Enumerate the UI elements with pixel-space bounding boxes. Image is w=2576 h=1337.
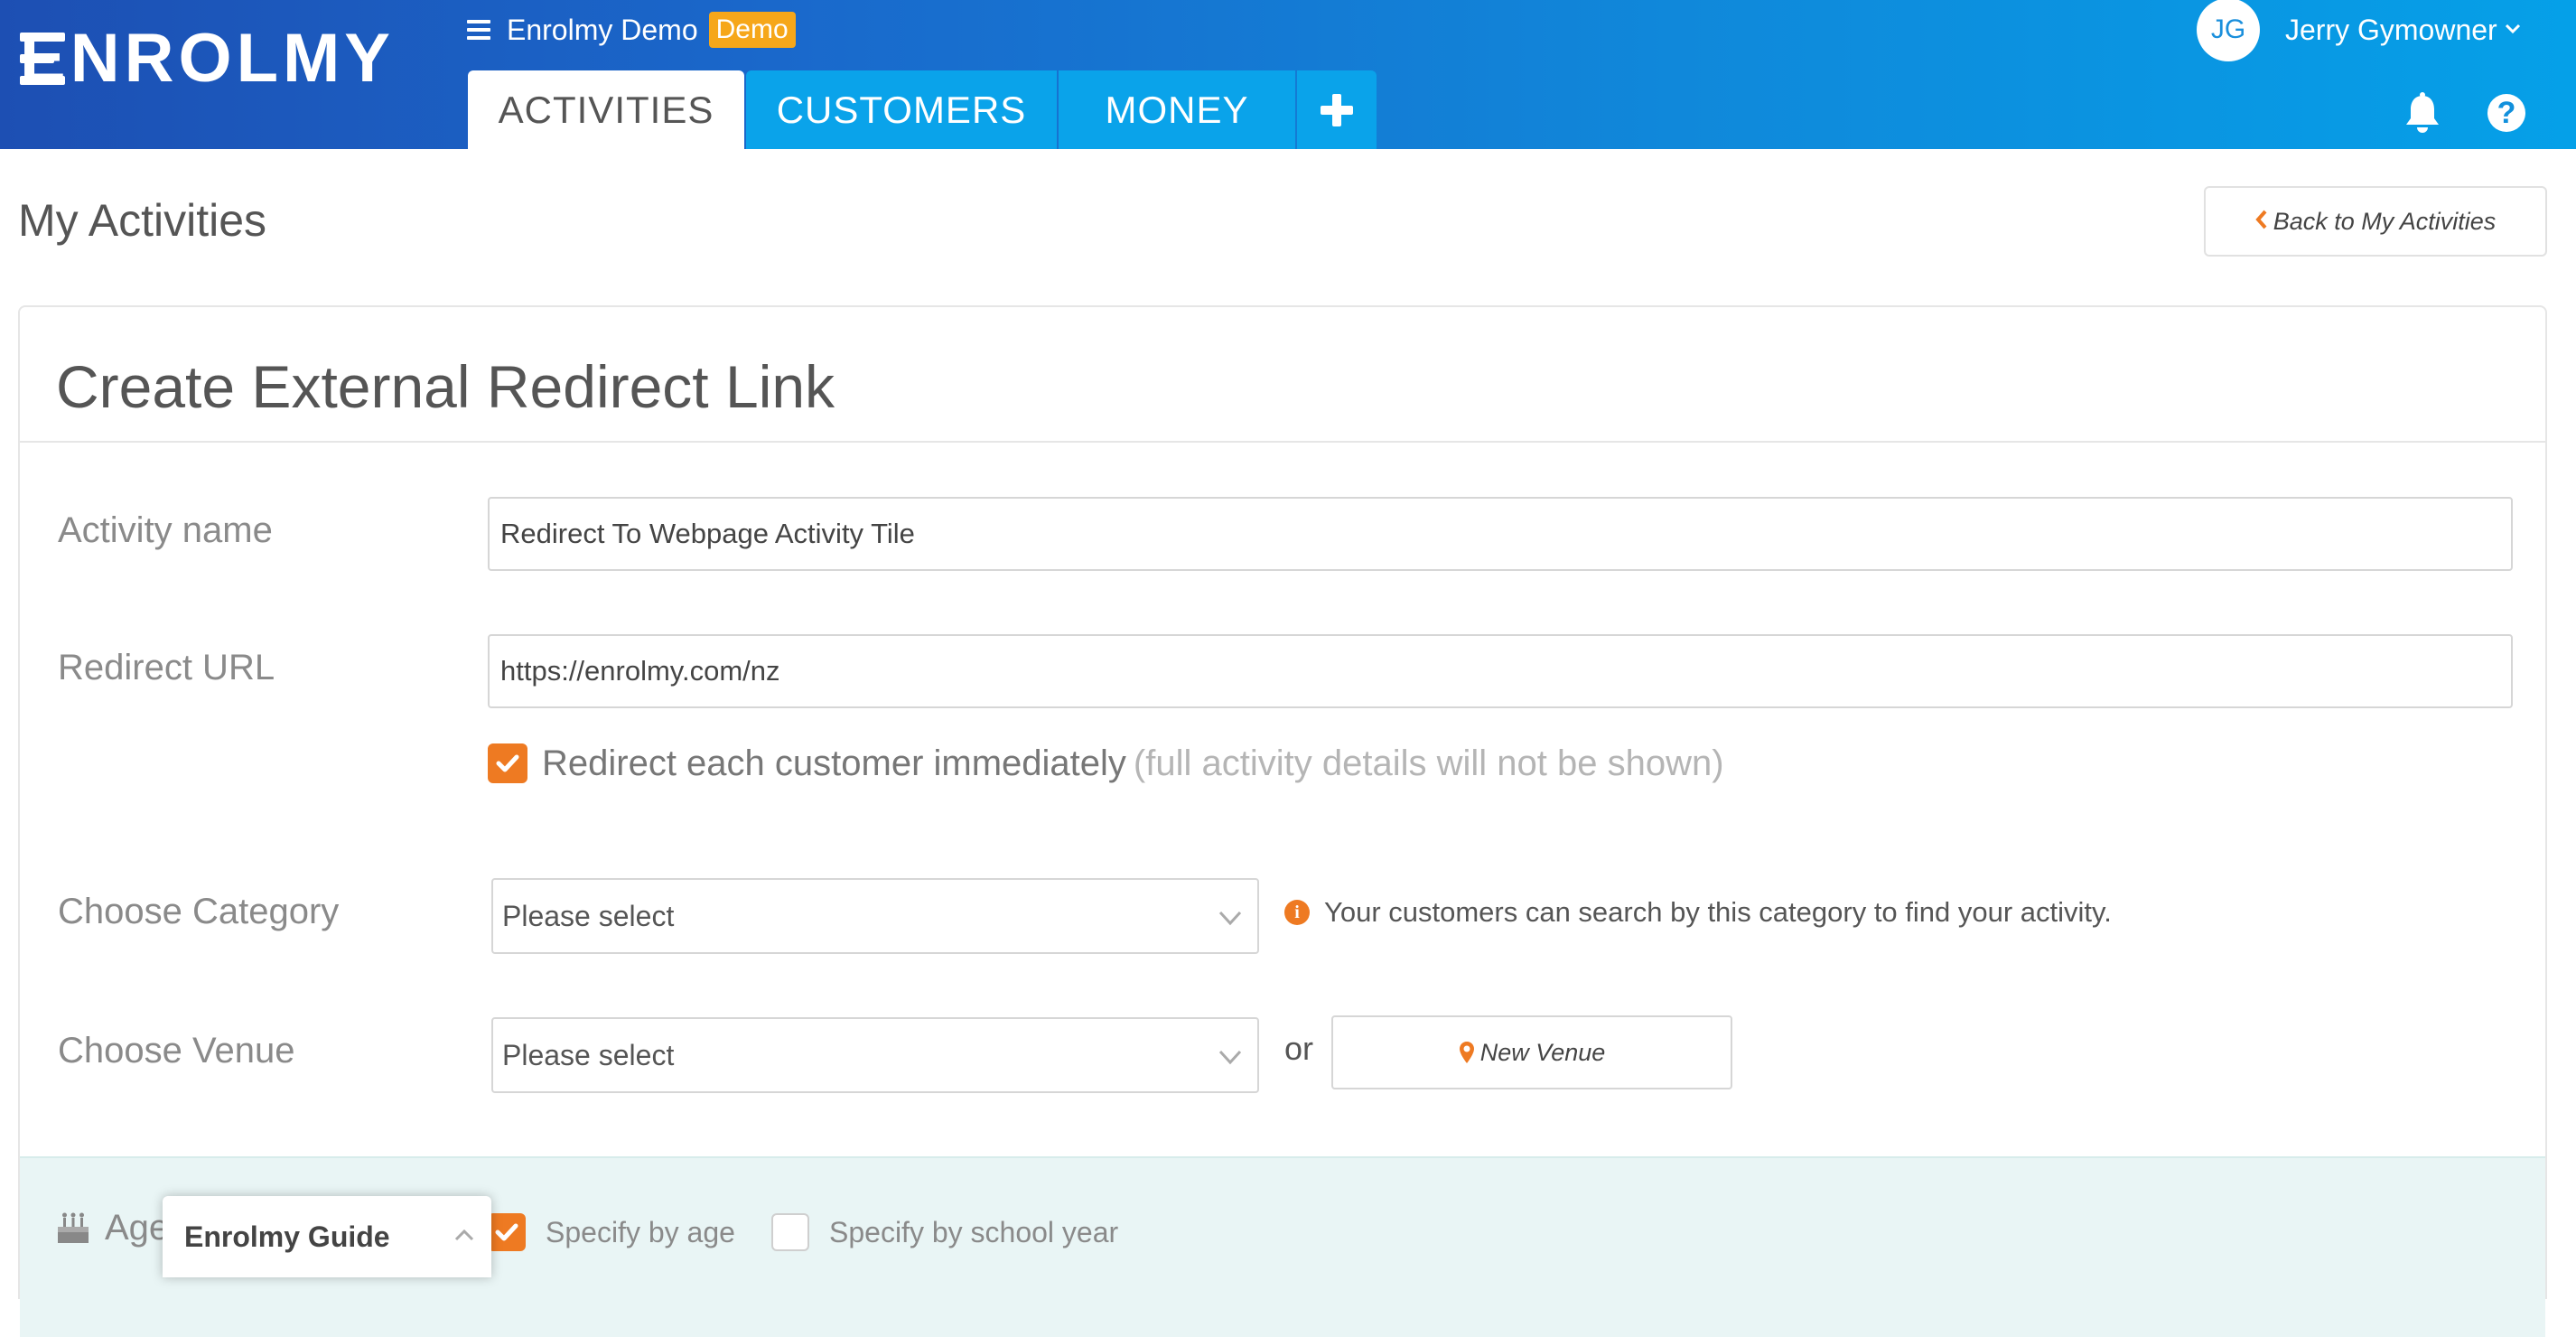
- main-tabs: ACTIVITIES CUSTOMERS MONEY: [468, 70, 1378, 149]
- specify-by-school-year-label: Specify by school year: [829, 1215, 1119, 1248]
- activity-name-input[interactable]: [488, 497, 2513, 571]
- redirect-url-label: Redirect URL: [58, 648, 275, 687]
- add-tab-button[interactable]: [1297, 70, 1377, 149]
- specify-by-age-option[interactable]: Specify by age: [488, 1212, 735, 1252]
- user-menu[interactable]: JG Jerry Gymowner: [2197, 0, 2521, 61]
- hamburger-menu-icon[interactable]: [467, 20, 490, 40]
- guide-title: Enrolmy Guide: [184, 1220, 390, 1253]
- specify-by-school-year-option[interactable]: Specify by school year: [771, 1212, 1118, 1252]
- chevron-down-icon[interactable]: [2505, 16, 2521, 40]
- category-info-text: Your customers can search by this catego…: [1324, 896, 2112, 928]
- chevron-down-icon: [1218, 1050, 1242, 1065]
- form-title: Create External Redirect Link: [56, 353, 835, 420]
- chevron-down-icon: [1218, 911, 1242, 926]
- check-icon: [495, 1223, 518, 1241]
- new-venue-label: New Venue: [1479, 1038, 1606, 1066]
- age-label-group: Age: [56, 1205, 169, 1250]
- tab-activities[interactable]: ACTIVITIES: [468, 70, 744, 149]
- back-button-label: Back to My Activities: [2273, 207, 2497, 235]
- tab-money[interactable]: MONEY: [1059, 70, 1295, 149]
- category-info: i Your customers can search by this cate…: [1284, 893, 2112, 932]
- activity-name-label: Activity name: [58, 510, 273, 550]
- logo-text: ENROLMY: [20, 20, 395, 97]
- redirect-immediately-checkbox[interactable]: [488, 743, 527, 783]
- chevron-left-icon: [2255, 206, 2268, 237]
- demo-badge: Demo: [708, 12, 796, 48]
- enrolmy-guide-widget[interactable]: Enrolmy Guide: [163, 1196, 491, 1277]
- user-name[interactable]: Jerry Gymowner: [2285, 14, 2497, 47]
- organisation-menu[interactable]: Enrolmy Demo Demo: [467, 11, 796, 49]
- specify-by-school-year-checkbox[interactable]: [771, 1213, 809, 1251]
- check-icon: [496, 754, 519, 772]
- or-text: or: [1284, 1030, 1314, 1067]
- venue-select-value: Please select: [502, 1038, 675, 1071]
- category-select[interactable]: Please select: [491, 878, 1259, 954]
- redirect-url-input[interactable]: [488, 634, 2513, 708]
- age-label: Age: [105, 1207, 170, 1248]
- birthday-cake-icon: [58, 1212, 89, 1243]
- enrolmy-logo[interactable]: ENROLMY: [20, 20, 395, 97]
- plus-icon: [1321, 93, 1353, 126]
- redirect-immediately-note: (full activity details will not be shown…: [1133, 743, 1724, 783]
- category-select-value: Please select: [502, 899, 675, 932]
- redirect-immediately-option[interactable]: Redirect each customer immediately (full…: [488, 741, 1724, 786]
- specify-by-age-label: Specify by age: [546, 1215, 735, 1248]
- choose-venue-label: Choose Venue: [58, 1031, 295, 1071]
- divider: [20, 441, 2545, 443]
- chevron-up-icon: [454, 1229, 474, 1241]
- organisation-name: Enrolmy Demo: [507, 13, 698, 46]
- page-title: My Activities: [18, 195, 267, 246]
- create-redirect-form: Create External Redirect Link Activity n…: [18, 305, 2547, 1337]
- info-icon: i: [1284, 900, 1310, 925]
- top-navigation-bar: ENROLMY Enrolmy Demo Demo ACTIVITIES CUS…: [0, 0, 2576, 149]
- back-to-activities-button[interactable]: Back to My Activities: [2204, 186, 2547, 257]
- venue-select[interactable]: Please select: [491, 1017, 1259, 1093]
- logo-mark: [20, 33, 65, 85]
- bell-icon[interactable]: [2403, 92, 2442, 136]
- avatar[interactable]: JG: [2197, 0, 2260, 61]
- specify-by-age-checkbox[interactable]: [488, 1213, 526, 1251]
- redirect-immediately-label: Redirect each customer immediately: [542, 743, 1126, 783]
- tab-customers[interactable]: CUSTOMERS: [746, 70, 1057, 149]
- question-icon[interactable]: ?: [2487, 94, 2525, 132]
- new-venue-button[interactable]: New Venue: [1331, 1015, 1732, 1089]
- choose-category-label: Choose Category: [58, 892, 340, 931]
- map-pin-icon: [1459, 1042, 1474, 1063]
